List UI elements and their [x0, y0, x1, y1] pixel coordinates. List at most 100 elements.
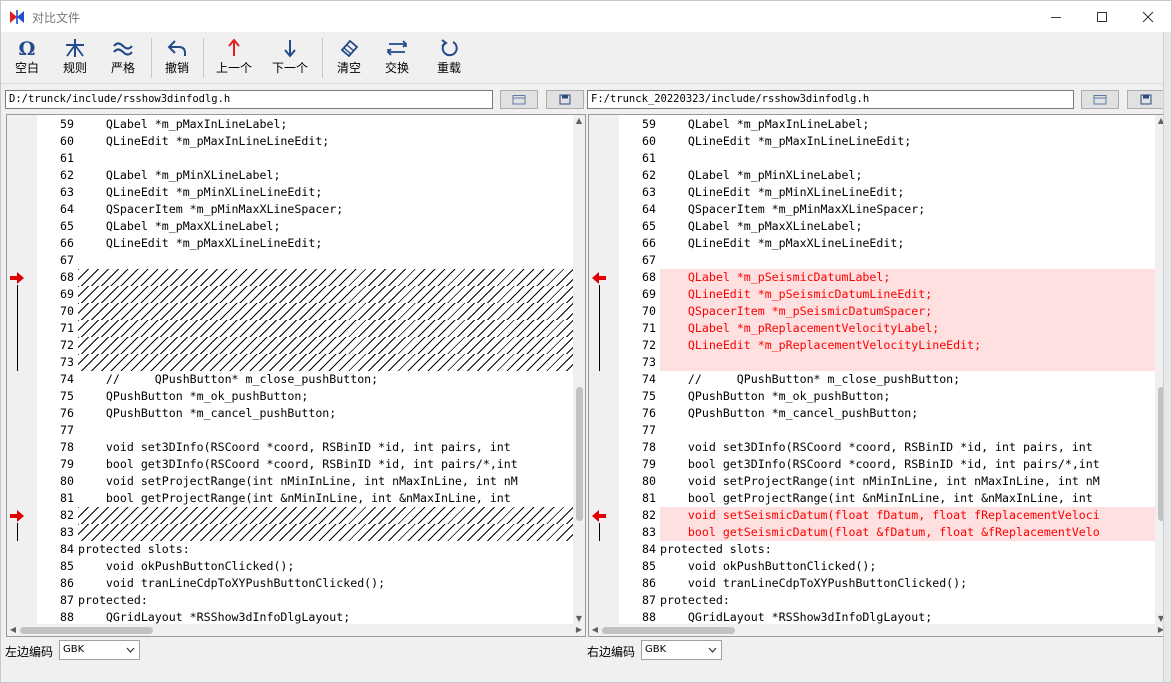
code-line[interactable]: 79 bool get3DInfo(RSCoord *coord, RSBinI…	[619, 456, 1157, 473]
left-file-path-input[interactable]: D:/trunck/include/rsshow3dinfodlg.h	[5, 90, 493, 109]
code-line[interactable]: 75 QPushButton *m_ok_pushButton;	[37, 388, 575, 405]
code-line[interactable]: 73	[619, 354, 1157, 371]
left-open-file-button[interactable]	[500, 90, 538, 109]
previous-diff-button[interactable]: 上一个	[213, 35, 255, 81]
code-line[interactable]: 83	[37, 524, 575, 541]
code-line[interactable]: 66 QLineEdit *m_pMaxXLineLineEdit;	[619, 235, 1157, 252]
code-line[interactable]: 64 QSpacerItem *m_pMinMaxXLineSpacer;	[619, 201, 1157, 218]
code-line[interactable]: 78 void set3DInfo(RSCoord *coord, RSBinI…	[37, 439, 575, 456]
code-line[interactable]: 64 QSpacerItem *m_pMinMaxXLineSpacer;	[37, 201, 575, 218]
code-line[interactable]: 86 void tranLineCdpToXYPushButtonClicked…	[619, 575, 1157, 592]
code-line[interactable]: 82	[37, 507, 575, 524]
code-line[interactable]: 61	[619, 150, 1157, 167]
right-code-pane[interactable]: 59 QLabel *m_pMaxInLineLabel; 60 QLineEdi…	[588, 114, 1168, 637]
next-diff-button[interactable]: 下一个	[269, 35, 311, 81]
code-line[interactable]: 70 QSpacerItem *m_pSeismicDatumSpacer;	[619, 303, 1157, 320]
right-horizontal-scrollbar[interactable]: ◀ ▶	[589, 624, 1167, 636]
left-encoding-value: GBK	[63, 644, 85, 655]
code-line[interactable]: 69 QLineEdit *m_pSeismicDatumLineEdit;	[619, 286, 1157, 303]
code-line[interactable]: 63 QLineEdit *m_pMinXLineLineEdit;	[619, 184, 1157, 201]
code-line[interactable]: 61	[37, 150, 575, 167]
code-line[interactable]: 77	[37, 422, 575, 439]
code-line[interactable]: 62 QLabel *m_pMinXLineLabel;	[619, 167, 1157, 184]
code-line[interactable]: 63 QLineEdit *m_pMinXLineLineEdit;	[37, 184, 575, 201]
diff-arrow-left-icon[interactable]	[591, 509, 607, 523]
code-line[interactable]: 88 QGridLayout *RSShow3dInfoDlgLayout;	[37, 609, 575, 625]
code-line[interactable]: 65 QLabel *m_pMaxXLineLabel;	[37, 218, 575, 235]
whitespace-button[interactable]: Ω 空白	[11, 35, 43, 81]
code-line[interactable]: 60 QLineEdit *m_pMaxInLineLineEdit;	[37, 133, 575, 150]
left-code-view[interactable]: 59 QLabel *m_pMaxInLineLabel; 60 QLineEdi…	[37, 115, 575, 625]
code-line[interactable]: 81 bool getProjectRange(int &nMinInLine,…	[619, 490, 1157, 507]
code-line[interactable]: 70	[37, 303, 575, 320]
code-line[interactable]: 68 QLabel *m_pSeismicDatumLabel;	[619, 269, 1157, 286]
right-save-button[interactable]	[1127, 90, 1165, 109]
scroll-left-arrow-icon[interactable]: ◀	[7, 624, 19, 636]
left-horizontal-scrollbar[interactable]: ◀ ▶	[7, 624, 585, 636]
code-line[interactable]: 74 // QPushButton* m_close_pushButton;	[619, 371, 1157, 388]
right-encoding-select[interactable]: GBK	[641, 640, 722, 660]
code-line[interactable]: 84 protected slots:	[37, 541, 575, 558]
scroll-right-arrow-icon[interactable]: ▶	[573, 624, 585, 636]
rules-button[interactable]: 规则	[59, 35, 91, 81]
right-code-view[interactable]: 59 QLabel *m_pMaxInLineLabel; 60 QLineEdi…	[619, 115, 1157, 625]
clear-button[interactable]: 清空	[333, 35, 365, 81]
code-line[interactable]: 88 QGridLayout *RSShow3dInfoDlgLayout;	[619, 609, 1157, 625]
close-button[interactable]	[1125, 1, 1171, 32]
diff-arrow-left-icon[interactable]	[591, 271, 607, 285]
left-code-pane[interactable]: 59 QLabel *m_pMaxInLineLabel; 60 QLineEdi…	[6, 114, 586, 637]
code-line[interactable]: 73	[37, 354, 575, 371]
code-line[interactable]: 79 bool get3DInfo(RSCoord *coord, RSBinI…	[37, 456, 575, 473]
code-line[interactable]: 65 QLabel *m_pMaxXLineLabel;	[619, 218, 1157, 235]
code-line[interactable]: 76 QPushButton *m_cancel_pushButton;	[619, 405, 1157, 422]
code-line[interactable]: 72 QLineEdit *m_pReplacementVelocityLine…	[619, 337, 1157, 354]
left-vertical-scroll-thumb[interactable]	[576, 387, 583, 521]
left-horizontal-scroll-thumb[interactable]	[20, 627, 153, 634]
right-file-path-input[interactable]: F:/trunck_20220323/include/rsshow3dinfod…	[587, 90, 1074, 109]
code-line[interactable]: 87 protected:	[37, 592, 575, 609]
code-line[interactable]: 67	[37, 252, 575, 269]
code-line[interactable]: 75 QPushButton *m_ok_pushButton;	[619, 388, 1157, 405]
code-line[interactable]: 76 QPushButton *m_cancel_pushButton;	[37, 405, 575, 422]
undo-button[interactable]: 撤销	[161, 35, 193, 81]
code-line[interactable]: 85 void okPushButtonClicked();	[619, 558, 1157, 575]
code-line[interactable]: 84 protected slots:	[619, 541, 1157, 558]
reload-button[interactable]: 重载	[433, 35, 465, 81]
swap-button[interactable]: 交换	[381, 35, 413, 81]
code-line[interactable]: 86 void tranLineCdpToXYPushButtonClicked…	[37, 575, 575, 592]
strict-button[interactable]: 严格	[107, 35, 139, 81]
code-line[interactable]: 62 QLabel *m_pMinXLineLabel;	[37, 167, 575, 184]
code-line[interactable]: 59 QLabel *m_pMaxInLineLabel;	[37, 116, 575, 133]
code-line[interactable]: 78 void set3DInfo(RSCoord *coord, RSBinI…	[619, 439, 1157, 456]
code-line[interactable]: 68	[37, 269, 575, 286]
code-line[interactable]: 71	[37, 320, 575, 337]
code-line[interactable]: 82 void setSeismicDatum(float fDatum, fl…	[619, 507, 1157, 524]
code-line[interactable]: 72	[37, 337, 575, 354]
code-line[interactable]: 69	[37, 286, 575, 303]
right-open-file-button[interactable]	[1081, 90, 1119, 109]
code-line[interactable]: 59 QLabel *m_pMaxInLineLabel;	[619, 116, 1157, 133]
code-line[interactable]: 74 // QPushButton* m_close_pushButton;	[37, 371, 575, 388]
code-line[interactable]: 67	[619, 252, 1157, 269]
code-line[interactable]: 85 void okPushButtonClicked();	[37, 558, 575, 575]
minimize-button[interactable]	[1033, 1, 1079, 32]
scroll-left-arrow-icon[interactable]: ◀	[589, 624, 601, 636]
code-line[interactable]: 81 bool getProjectRange(int &nMinInLine,…	[37, 490, 575, 507]
code-line[interactable]: 71 QLabel *m_pReplacementVelocityLabel;	[619, 320, 1157, 337]
left-save-button[interactable]	[546, 90, 584, 109]
left-vertical-scrollbar[interactable]: ▲ ▼	[573, 115, 585, 625]
code-line[interactable]: 80 void setProjectRange(int nMinInLine, …	[619, 473, 1157, 490]
code-line[interactable]: 80 void setProjectRange(int nMinInLine, …	[37, 473, 575, 490]
diff-arrow-right-icon[interactable]	[9, 271, 25, 285]
right-horizontal-scroll-thumb[interactable]	[602, 627, 735, 634]
code-line[interactable]: 66 QLineEdit *m_pMaxXLineLineEdit;	[37, 235, 575, 252]
code-line[interactable]: 87 protected:	[619, 592, 1157, 609]
open-file-icon	[1093, 95, 1107, 105]
scroll-up-arrow-icon[interactable]: ▲	[573, 115, 585, 127]
code-line[interactable]: 77	[619, 422, 1157, 439]
diff-arrow-right-icon[interactable]	[9, 509, 25, 523]
left-encoding-select[interactable]: GBK	[59, 640, 140, 660]
code-line[interactable]: 60 QLineEdit *m_pMaxInLineLineEdit;	[619, 133, 1157, 150]
maximize-button[interactable]	[1079, 1, 1125, 32]
code-line[interactable]: 83 bool getSeismicDatum(float &fDatum, f…	[619, 524, 1157, 541]
